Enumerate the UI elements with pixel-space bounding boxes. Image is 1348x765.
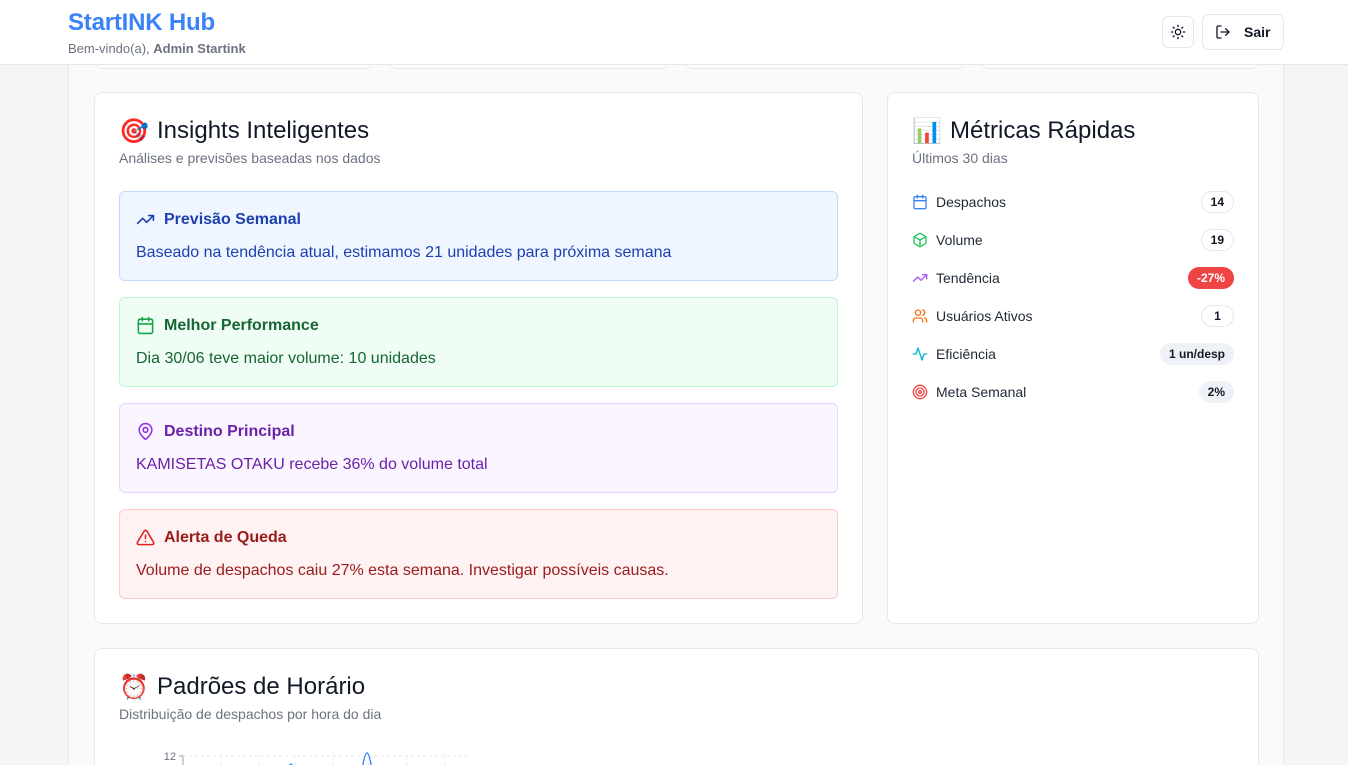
activity-icon xyxy=(912,347,928,361)
metrics-title-text: Métricas Rápidas xyxy=(950,117,1136,144)
hours-title: ⏰ Padrões de Horário xyxy=(119,673,365,701)
dashboard-page: 🎯 Insights Inteligentes Análises e previ… xyxy=(68,59,1284,765)
alert-triangle-icon xyxy=(136,529,155,546)
insights-card: 🎯 Insights Inteligentes Análises e previ… xyxy=(94,92,863,624)
metric-badge: -27% xyxy=(1187,267,1234,289)
metric-row-dispatches: Despachos 14 xyxy=(912,190,1234,214)
insight-title: Alerta de Queda xyxy=(164,528,287,546)
series-line xyxy=(362,752,372,765)
users-icon xyxy=(912,309,928,323)
insights-subtitle: Análises e previsões baseadas nos dados xyxy=(119,150,381,166)
metric-row-weekly-goal: Meta Semanal 2% xyxy=(912,380,1234,404)
insight-text: Volume de despachos caiu 27% esta semana… xyxy=(136,562,669,579)
metrics-title: 📊 Métricas Rápidas xyxy=(912,117,1135,145)
metric-row-efficiency: Eficiência 1 un/desp xyxy=(912,342,1234,366)
insight-main-destination: Destino Principal KAMISETAS OTAKU recebe… xyxy=(119,403,838,493)
calendar-icon xyxy=(137,316,154,335)
welcome-text: Bem-vindo(a), Admin Startink xyxy=(68,41,246,56)
calendar-icon xyxy=(913,194,927,210)
metric-badge: 14 xyxy=(1200,191,1234,213)
hours-subtitle: Distribuição de despachos por hora do di… xyxy=(119,706,382,722)
insight-weekly-forecast: Previsão Semanal Baseado na tendência at… xyxy=(119,191,838,281)
sun-icon xyxy=(1170,24,1186,40)
insights-title-text: Insights Inteligentes xyxy=(157,117,370,144)
metric-label: Volume xyxy=(936,232,983,248)
metric-row-volume: Volume 19 xyxy=(912,228,1234,252)
insight-text: Baseado na tendência atual, estimamos 21… xyxy=(136,244,672,261)
map-pin-icon xyxy=(138,422,153,441)
logout-label: Sair xyxy=(1244,24,1271,40)
insight-title: Previsão Semanal xyxy=(164,210,301,228)
alarm-clock-emoji-icon: ⏰ xyxy=(119,673,149,701)
logout-icon xyxy=(1216,25,1230,39)
insight-drop-alert: Alerta de Queda Volume de despachos caiu… xyxy=(119,509,838,599)
metric-badge: 1 un/desp xyxy=(1159,343,1234,365)
hours-title-text: Padrões de Horário xyxy=(157,673,366,700)
theme-toggle-button[interactable] xyxy=(1162,16,1194,48)
bar-chart-emoji-icon: 📊 xyxy=(912,117,942,145)
metric-badge: 19 xyxy=(1200,229,1234,251)
user-name: Admin Startink xyxy=(153,41,246,56)
metric-label: Usuários Ativos xyxy=(936,308,1033,324)
metric-row-trend: Tendência -27% xyxy=(912,266,1234,290)
metric-label: Eficiência xyxy=(936,346,996,362)
app-title: StartINK Hub xyxy=(68,9,215,36)
target-emoji-icon: 🎯 xyxy=(119,117,149,145)
hourly-chart: 12 xyxy=(164,751,471,765)
metric-row-active-users: Usuários Ativos 1 xyxy=(912,304,1234,328)
package-icon xyxy=(913,232,927,248)
metric-label: Meta Semanal xyxy=(936,384,1027,400)
welcome-prefix: Bem-vindo(a), xyxy=(68,41,154,56)
logout-button[interactable]: Sair xyxy=(1202,14,1284,50)
insight-title: Melhor Performance xyxy=(164,316,319,334)
quick-metrics-card: 📊 Métricas Rápidas Últimos 30 dias Despa… xyxy=(887,92,1259,624)
y-tick-label: 12 xyxy=(164,751,176,763)
metric-label: Despachos xyxy=(936,194,1007,210)
insight-best-performance: Melhor Performance Dia 30/06 teve maior … xyxy=(119,297,838,387)
metric-label: Tendência xyxy=(936,270,1000,286)
insight-text: Dia 30/06 teve maior volume: 10 unidades xyxy=(136,350,436,367)
insight-title: Destino Principal xyxy=(164,422,295,440)
metric-badge: 1 xyxy=(1201,305,1234,327)
hour-patterns-card: ⏰ Padrões de Horário Distribuição de des… xyxy=(94,648,1259,765)
trending-up-icon xyxy=(136,214,155,225)
target-icon xyxy=(912,384,928,400)
metric-badge: 2% xyxy=(1198,381,1234,403)
top-bar: StartINK Hub Bem-vindo(a), Admin Startin… xyxy=(0,0,1348,65)
insights-title: 🎯 Insights Inteligentes xyxy=(119,117,369,145)
insight-text: KAMISETAS OTAKU recebe 36% do volume tot… xyxy=(136,456,488,473)
metrics-subtitle: Últimos 30 dias xyxy=(912,150,1008,166)
trending-up-icon xyxy=(912,274,928,282)
